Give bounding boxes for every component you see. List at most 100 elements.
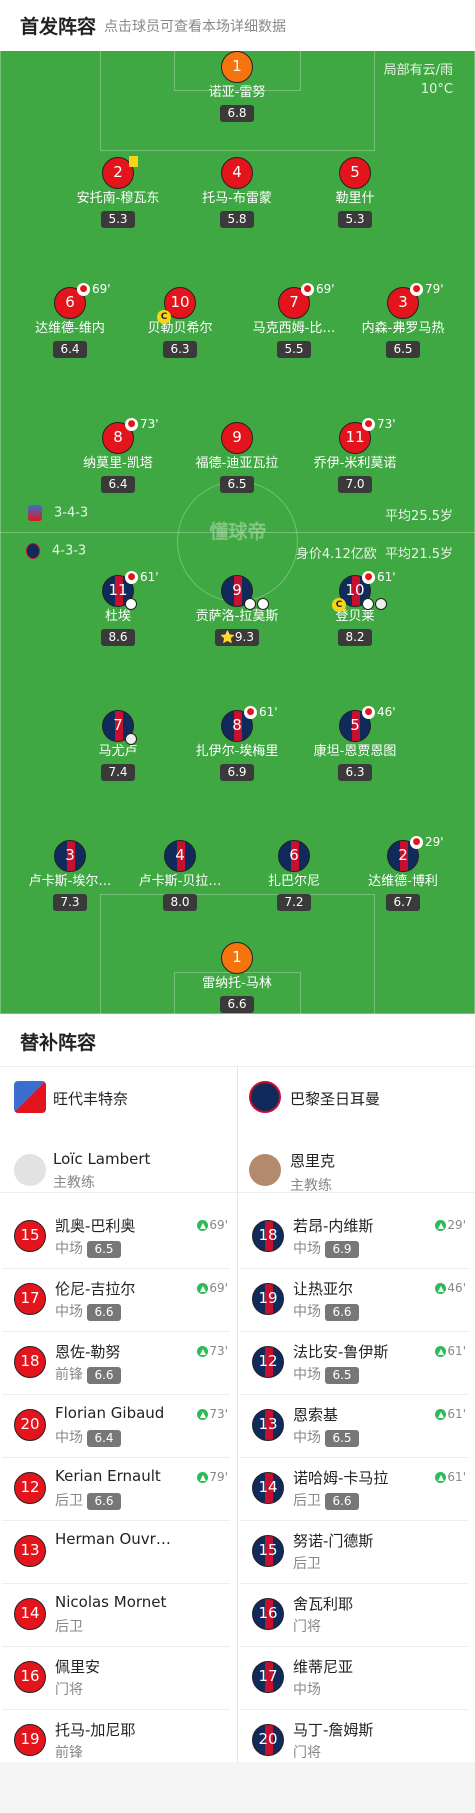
away-player-2[interactable]: 2 ● 29' 达维德-博利 6.7 (343, 835, 463, 911)
jersey: 10 C (157, 287, 196, 324)
bench-player-name: 维蒂尼亚 (293, 1658, 354, 1676)
jersey: 7 ● 69' (278, 282, 335, 319)
home-player-6[interactable]: 6 ● 69' 达维德-维内 6.4 (10, 282, 130, 358)
player-name: 贡萨洛-拉莫斯 (195, 609, 279, 624)
jersey: 10 ● 61' C (332, 570, 396, 612)
away-value-age: 身价4.12亿欧 平均21.5岁 (296, 543, 453, 562)
bench-player-row[interactable]: 14 Nicolas Mornet 后卫 (2, 1584, 232, 1646)
sub-on-badge: ▲ 61' (435, 1344, 466, 1358)
away-player-3[interactable]: 3 卢卡斯-埃尔… 7.3 (10, 840, 130, 911)
bench-player-row[interactable]: 12 法比安-鲁伊斯 中场 6.5 ▲ 61' (240, 1332, 470, 1394)
bench-player-row[interactable]: 18 恩佐-勒努 前锋 6.6 ▲ 73' (2, 1332, 232, 1394)
player-rating: 6.8 (220, 105, 254, 122)
weather-temperature: 10°C (420, 82, 453, 97)
column-divider (237, 1066, 238, 1773)
home-player-3[interactable]: 3 ● 79' 内森-弗罗马热 6.5 (343, 282, 463, 358)
away-team-value: 身价4.12亿欧 (295, 547, 377, 562)
bench-player-position: 中场 6.6 (293, 1301, 359, 1321)
home-team-name[interactable]: 旺代丰特奈 (53, 1088, 128, 1109)
goal-ball-icon (362, 598, 374, 610)
jersey: 2 (102, 156, 138, 189)
jersey: 11 ● 61' (102, 570, 159, 610)
bench-player-position: 中场 6.6 (55, 1301, 121, 1321)
bench-player-name: Nicolas Mornet (55, 1593, 167, 1611)
home-player-9[interactable]: 9 福德-迪亚瓦拉 6.5 (177, 422, 297, 493)
bench-player-row[interactable]: 15 努诺-门德斯 后卫 (240, 1521, 470, 1583)
home-player-1[interactable]: 1 诺亚-雷努 6.8 (177, 51, 297, 122)
away-player-4[interactable]: 4 卢卡斯-贝拉… 8.0 (120, 840, 240, 911)
sub-in-icon: ▲ (197, 1472, 209, 1483)
away-team-name[interactable]: 巴黎圣日耳曼 (290, 1088, 380, 1109)
lineup-page: { "header":{"title":"首发阵容","subtitle":"点… (0, 0, 475, 1813)
home-formation-row: 3-4-3 (28, 505, 88, 521)
away-coach[interactable]: 恩里克 主教练 (249, 1136, 469, 1196)
bench-player-name: 托马-加尼耶 (55, 1721, 136, 1739)
jersey: 12 (14, 1472, 46, 1504)
page-title: 首发阵容 (20, 16, 97, 38)
sub-off-badge: ● 69' (77, 282, 111, 296)
bench-player-position: 前锋 6.6 (55, 1364, 121, 1384)
sub-on-badge: ▲ 29' (435, 1218, 466, 1232)
player-rating: 6.6 (220, 996, 254, 1013)
away-player-10[interactable]: 10 ● 61' C 登贝莱 8.2 (295, 570, 415, 646)
jersey: 16 (252, 1598, 284, 1630)
away-avg-age: 平均21.5岁 (385, 547, 453, 562)
bench-player-rating: 6.5 (325, 1367, 359, 1384)
jersey: 8 ● 73' (102, 417, 159, 454)
bench-player-row[interactable]: 16 舍瓦利耶 门将 (240, 1584, 470, 1646)
bench-player-row[interactable]: 16 佩里安 门将 (2, 1647, 232, 1709)
bench-player-row[interactable]: 19 让热亚尔 中场 6.6 ▲ 46' (240, 1269, 470, 1331)
jersey: 13 (252, 1409, 284, 1441)
bench-player-row[interactable]: 17 维蒂尼亚 中场 (240, 1647, 470, 1709)
bench-player-row[interactable]: 13 Herman Ouvr… (2, 1521, 232, 1583)
home-coach[interactable]: Loïc Lambert 主教练 (14, 1136, 234, 1196)
away-player-9[interactable]: 9 贡萨洛-拉莫斯 ⭐9.3 (177, 575, 297, 646)
home-player-4[interactable]: 4 托马-布雷蒙 5.8 (177, 157, 297, 228)
home-avg-age: 平均25.5岁 (385, 509, 453, 524)
sub-on-badge: ▲ 69' (197, 1218, 228, 1232)
sub-in-icon: ▲ (197, 1220, 209, 1231)
away-player-8[interactable]: 8 ● 61' 扎伊尔-埃梅里 6.9 (177, 705, 297, 781)
away-player-5[interactable]: 5 ● 46' 康坦-恩贾恩图 6.3 (295, 705, 415, 781)
bench-player-rating: 6.6 (325, 1304, 359, 1321)
bench-player-row[interactable]: 17 伦尼-吉拉尔 中场 6.6 ▲ 69' (2, 1269, 232, 1331)
away-player-11[interactable]: 11 ● 61' 杜埃 8.6 (58, 570, 178, 646)
sub-out-icon: ● (77, 283, 90, 296)
sub-out-icon: ● (244, 706, 257, 719)
mvp-star-icon: ⭐ (219, 630, 235, 644)
jersey: 7 (102, 710, 137, 745)
player-name: 马尤卢 (98, 744, 138, 759)
player-name: 达维德-博利 (368, 874, 438, 889)
page-subtitle: 点击球员可查看本场详细数据 (104, 19, 286, 35)
away-player-6[interactable]: 6 扎巴尔尼 7.2 (234, 840, 354, 911)
bench-player-row[interactable]: 12 Kerian Ernault 后卫 6.6 ▲ 79' (2, 1458, 232, 1520)
bench-player-row[interactable]: 13 恩索基 中场 6.5 ▲ 61' (240, 1395, 470, 1457)
sub-in-icon: ▲ (197, 1283, 209, 1294)
jersey: 6 (278, 840, 310, 872)
home-player-7[interactable]: 7 ● 69' 马克西姆-比… 5.5 (234, 282, 354, 358)
away-player-1[interactable]: 1 雷纳托-马林 6.6 (177, 942, 297, 1013)
player-rating: 6.5 (386, 341, 420, 358)
bench-player-row[interactable]: 15 凯奥-巴利奥 中场 6.5 ▲ 69' (2, 1206, 232, 1268)
home-player-10[interactable]: 10 C 贝勒贝希尔 6.3 (120, 287, 240, 358)
sub-off-badge: ● 61' (362, 570, 396, 584)
bench-player-name: 让热亚尔 (293, 1280, 354, 1298)
substitutes-title: 替补阵容 (20, 1032, 97, 1054)
home-player-8[interactable]: 8 ● 73' 纳莫里-凯塔 6.4 (58, 417, 178, 493)
bench-player-position: 后卫 (293, 1556, 321, 1572)
jersey: 20 (252, 1724, 284, 1756)
brand-watermark: 懂球帝 (209, 521, 267, 543)
away-team-logo (249, 1081, 281, 1113)
player-rating: 5.8 (220, 211, 254, 228)
home-player-11[interactable]: 11 ● 73' 乔伊-米利莫诺 7.0 (295, 417, 415, 493)
sub-in-icon: ▲ (435, 1283, 447, 1294)
home-player-2[interactable]: 2 安托南-穆瓦东 5.3 (58, 156, 178, 228)
bench-player-row[interactable]: 20 Florian Gibaud 中场 6.4 ▲ 73' (2, 1395, 232, 1457)
player-name: 扎伊尔-埃梅里 (195, 744, 279, 759)
player-name: 登贝莱 (335, 609, 375, 624)
bench-player-row[interactable]: 18 若昂-内维斯 中场 6.9 ▲ 29' (240, 1206, 470, 1268)
away-player-7[interactable]: 7 马尤卢 7.4 (58, 710, 178, 781)
player-name: 达维德-维内 (35, 321, 105, 336)
home-player-5[interactable]: 5 勒里什 5.3 (295, 157, 415, 228)
bench-player-row[interactable]: 14 诺哈姆-卡马拉 后卫 6.6 ▲ 61' (240, 1458, 470, 1520)
